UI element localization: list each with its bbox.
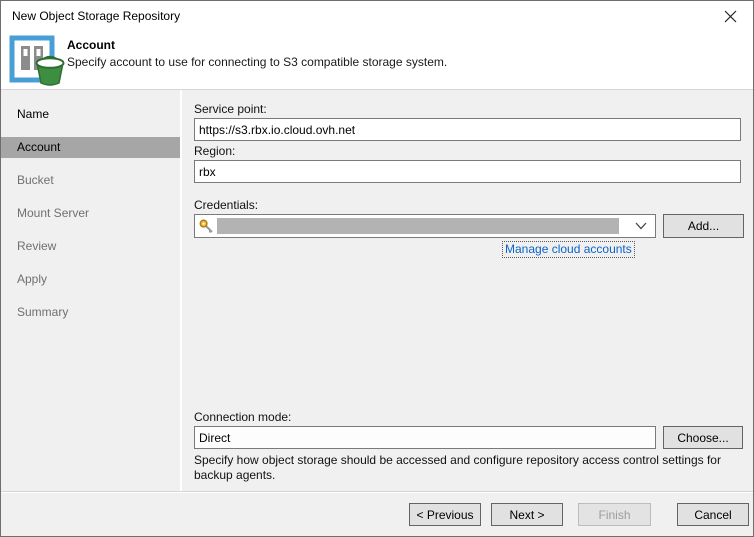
region-label: Region: [194,144,235,158]
wizard-window: New Object Storage Repository Account Sp… [0,0,754,537]
key-icon [199,219,214,234]
step-title: Account [67,38,115,52]
next-button[interactable]: Next > [491,503,563,526]
cancel-button[interactable]: Cancel [677,503,749,526]
region-input[interactable] [194,160,741,183]
wizard-footer: < Previous Next > Finish Cancel [1,491,753,536]
finish-button[interactable]: Finish [578,503,651,526]
service-point-input[interactable] [194,118,741,141]
credentials-combobox[interactable] [194,214,656,238]
sidebar-item-apply[interactable]: Apply [1,269,180,290]
object-storage-repository-icon [9,35,67,89]
choose-button[interactable]: Choose... [663,426,743,449]
sidebar-item-name[interactable]: Name [1,104,180,125]
connection-mode-label: Connection mode: [194,410,291,424]
wizard-steps-sidebar: Name Account Bucket Mount Server Review … [1,90,182,491]
sidebar-item-bucket[interactable]: Bucket [1,170,180,191]
redacted-account-value [217,218,619,234]
step-description: Specify account to use for connecting to… [67,55,447,69]
manage-cloud-accounts-link[interactable]: Manage cloud accounts [502,241,635,258]
sidebar-item-mount-server[interactable]: Mount Server [1,203,180,224]
add-button[interactable]: Add... [663,214,744,238]
close-button[interactable] [713,1,747,31]
sidebar-item-account[interactable]: Account [1,137,180,158]
wizard-header: Account Specify account to use for conne… [1,31,753,90]
window-title: New Object Storage Repository [12,1,180,31]
close-icon [724,10,737,23]
connection-mode-help-text: Specify how object storage should be acc… [194,453,734,483]
wizard-content: Service point: Region: Credentials: Add.… [184,90,754,491]
service-point-label: Service point: [194,102,267,116]
connection-mode-field [194,426,656,449]
sidebar-item-review[interactable]: Review [1,236,180,257]
sidebar-item-summary[interactable]: Summary [1,302,180,323]
chevron-down-icon[interactable] [635,222,647,230]
titlebar: New Object Storage Repository [1,1,753,31]
previous-button[interactable]: < Previous [409,503,481,526]
credentials-label: Credentials: [194,198,258,212]
